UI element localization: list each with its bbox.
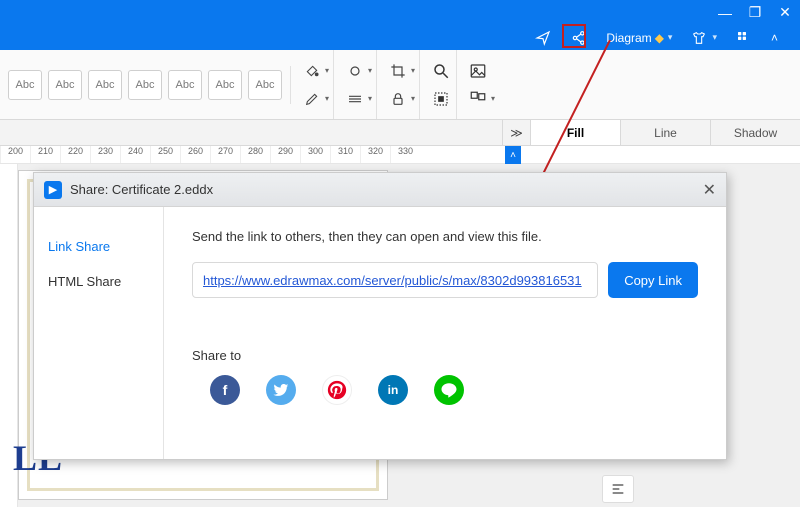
share-to-label: Share to (192, 348, 698, 363)
chevron-down-icon[interactable]: ▾ (411, 94, 415, 103)
style-preset-button[interactable]: Abc (128, 70, 162, 100)
ruler-tick: 210 (30, 146, 60, 163)
collapse-top-button[interactable]: ˄ (767, 25, 782, 50)
share-twitter-button[interactable] (266, 375, 296, 405)
tab-spacer (0, 120, 502, 145)
window-titlebar: — ❐ ✕ (0, 0, 800, 25)
tshirt-icon (690, 29, 708, 47)
share-facebook-button[interactable]: f (210, 375, 240, 405)
maximize-button[interactable]: ❐ (740, 0, 770, 25)
ruler-tick: 260 (180, 146, 210, 163)
style-preset-button[interactable]: Abc (48, 70, 82, 100)
ruler-tick: 320 (360, 146, 390, 163)
ruler-tick: 270 (210, 146, 240, 163)
link-row: https://www.edrawmax.com/server/public/s… (192, 262, 698, 298)
paper-plane-icon (534, 29, 552, 47)
tab-shadow[interactable]: Shadow (710, 120, 800, 145)
style-preset-button[interactable]: Abc (208, 70, 242, 100)
dialog-main: Send the link to others, then they can o… (164, 207, 726, 459)
ribbon-toolbar: AbcAbcAbcAbcAbcAbcAbc ▾ ▾ ▾ ▾ ▾ ▾ (0, 50, 800, 120)
lock-icon[interactable] (387, 88, 409, 110)
line-style-icon[interactable] (344, 88, 366, 110)
fill-bucket-icon[interactable] (301, 60, 323, 82)
dialog-body: Link Share HTML Share Send the link to o… (34, 207, 726, 459)
diagram-dropdown[interactable]: Diagram ◆ ▾ (602, 25, 676, 50)
share-url[interactable]: https://www.edrawmax.com/server/public/s… (203, 273, 582, 288)
format-tools-2: ▾ ▾ (340, 50, 377, 119)
pen-icon[interactable] (301, 88, 323, 110)
search-icon[interactable] (430, 60, 452, 82)
chevron-down-icon[interactable]: ▾ (325, 66, 329, 75)
top-quick-bar: Diagram ◆ ▾ ▾ ˄ (0, 25, 800, 50)
horizontal-ruler: 2002102202302402502602702802903003103203… (0, 146, 800, 164)
ruler-tick: 310 (330, 146, 360, 163)
chevron-down-icon[interactable]: ▾ (411, 66, 415, 75)
expand-panel-button[interactable]: ≫ (502, 120, 530, 145)
ruler-marker[interactable]: ˄ (505, 146, 521, 164)
dialog-close-button[interactable]: ✕ (703, 180, 716, 200)
dialog-sidebar: Link Share HTML Share (34, 207, 164, 459)
share-linkedin-button[interactable]: in (378, 375, 408, 405)
shape-circle-icon[interactable] (344, 60, 366, 82)
ruler-tick: 300 (300, 146, 330, 163)
bottom-toolbar (18, 471, 800, 507)
copy-link-button[interactable]: Copy Link (608, 262, 698, 298)
share-pinterest-button[interactable] (322, 375, 352, 405)
format-tools-3: ▾ ▾ (383, 50, 420, 119)
ruler-tick: 230 (90, 146, 120, 163)
grid-apps-icon (735, 29, 753, 47)
share-icons-row: f in (192, 375, 698, 405)
layout-tools: ▾ (463, 50, 499, 119)
ruler-tick: 200 (0, 146, 30, 163)
chevron-down-icon[interactable]: ▾ (491, 94, 495, 103)
picture-icon[interactable] (467, 60, 489, 82)
format-tools-1: ▾ ▾ (297, 50, 334, 119)
tab-fill[interactable]: Fill (530, 120, 620, 145)
ruler-tick: 250 (150, 146, 180, 163)
style-preset-button[interactable]: Abc (248, 70, 282, 100)
share-dialog: ▶ Share: Certificate 2.eddx ✕ Link Share… (33, 172, 727, 460)
style-preset-button[interactable]: Abc (168, 70, 202, 100)
ruler-tick: 240 (120, 146, 150, 163)
view-tools (426, 50, 457, 119)
highlight-box (562, 24, 586, 48)
minimize-button[interactable]: — (710, 0, 740, 25)
share-line-button[interactable] (434, 375, 464, 405)
style-preset-button[interactable]: Abc (8, 70, 42, 100)
chevron-down-icon[interactable]: ▾ (325, 94, 329, 103)
style-preset-button[interactable]: Abc (88, 70, 122, 100)
apps-button[interactable] (731, 25, 757, 50)
share-description: Send the link to others, then they can o… (192, 229, 698, 244)
window-controls: — ❐ ✕ (710, 0, 800, 25)
dialog-titlebar[interactable]: ▶ Share: Certificate 2.eddx ✕ (34, 173, 726, 207)
crop-icon[interactable] (387, 60, 409, 82)
theme-dropdown[interactable]: ▾ (686, 25, 721, 50)
select-all-icon[interactable] (430, 88, 452, 110)
side-panel-tabs: ≫ Fill Line Shadow (0, 120, 800, 146)
ruler-tick: 220 (60, 146, 90, 163)
style-presets-group: AbcAbcAbcAbcAbcAbcAbc (0, 66, 291, 104)
arrange-icon[interactable] (467, 88, 489, 110)
tab-html-share[interactable]: HTML Share (34, 264, 163, 299)
share-url-box[interactable]: https://www.edrawmax.com/server/public/s… (192, 262, 598, 298)
ruler-tick: 330 (390, 146, 420, 163)
share-button[interactable] (566, 25, 592, 50)
chevron-down-icon[interactable]: ▾ (368, 94, 372, 103)
chevron-down-icon[interactable]: ▾ (368, 66, 372, 75)
chevron-down-icon: ▾ (668, 32, 673, 43)
close-button[interactable]: ✕ (770, 0, 800, 25)
tab-link-share[interactable]: Link Share (34, 229, 163, 264)
ruler-tick: 280 (240, 146, 270, 163)
send-button[interactable] (530, 25, 556, 50)
dialog-title: Share: Certificate 2.eddx (70, 182, 213, 197)
align-button[interactable] (602, 475, 634, 503)
diagram-label: Diagram (606, 31, 651, 45)
app-icon: ▶ (44, 181, 62, 199)
chevron-down-icon: ▾ (712, 32, 717, 43)
diamond-icon: ◆ (655, 31, 664, 45)
chevron-up-icon: ˄ (771, 31, 778, 45)
ruler-tick: 290 (270, 146, 300, 163)
tab-line[interactable]: Line (620, 120, 710, 145)
